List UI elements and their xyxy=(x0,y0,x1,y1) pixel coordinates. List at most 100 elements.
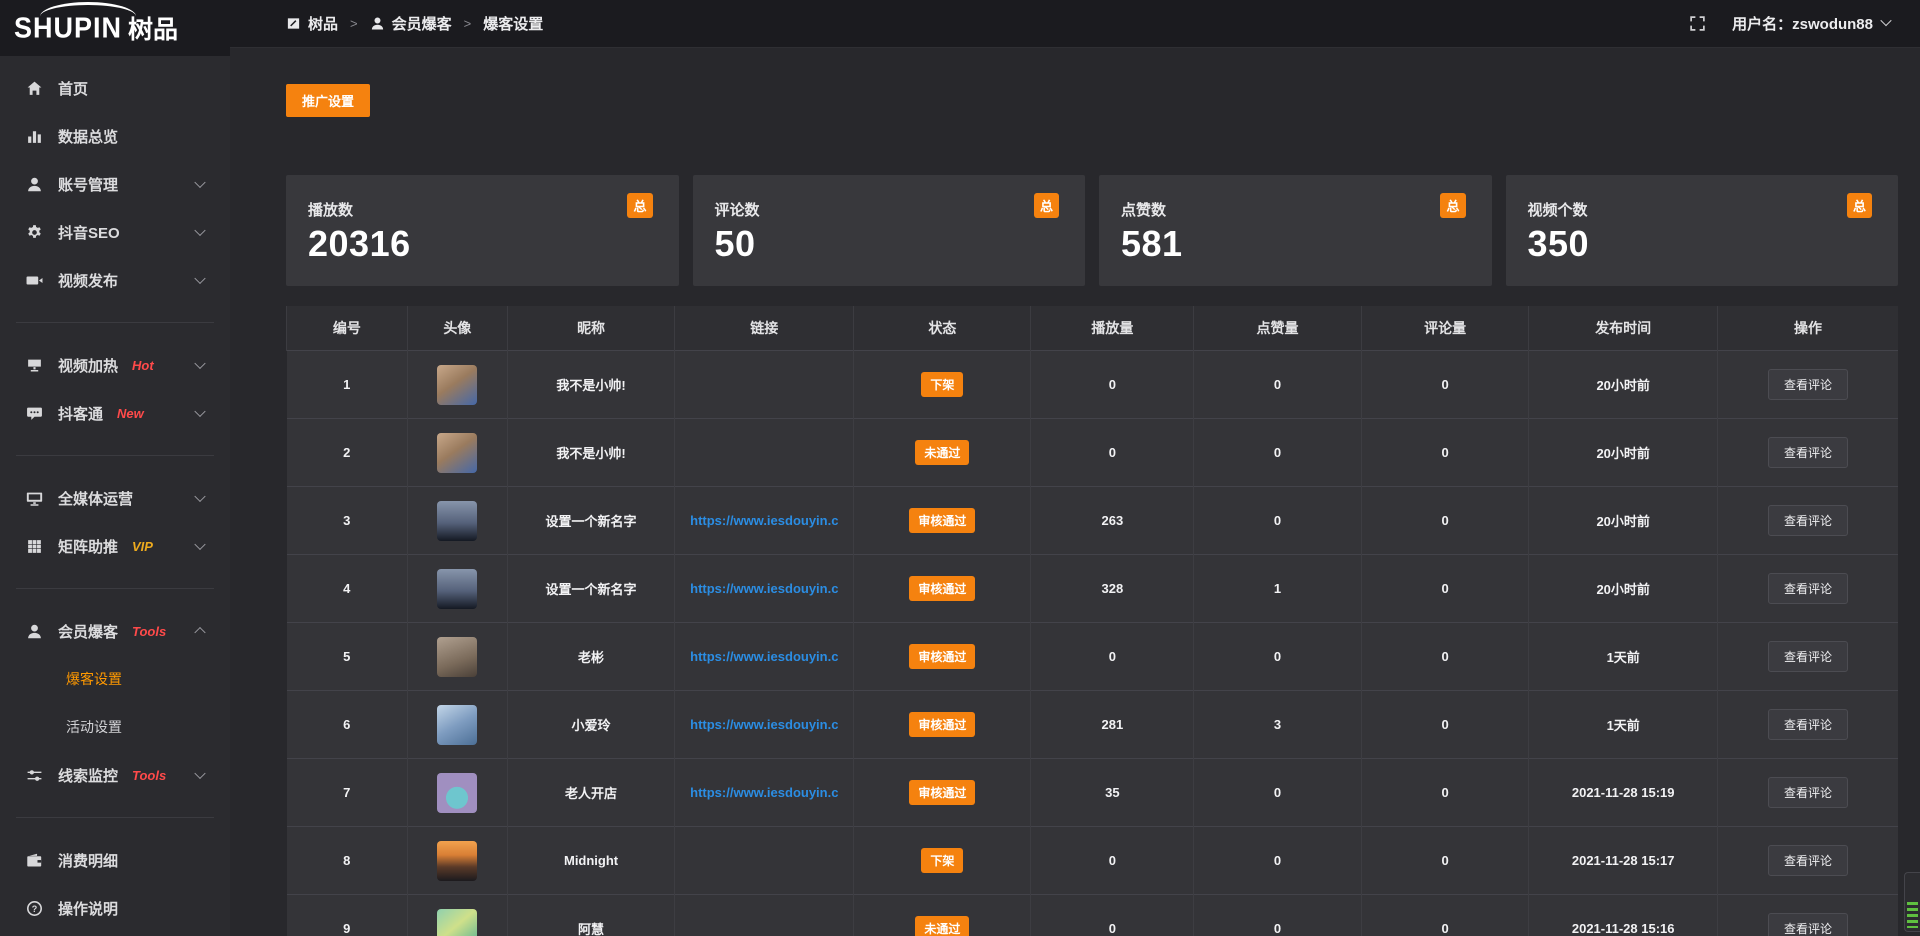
sidebar-item[interactable]: 抖客通 New xyxy=(0,389,230,437)
total-badge: 总 xyxy=(1034,193,1059,218)
chevron-icon xyxy=(194,539,205,550)
user-icon xyxy=(26,176,43,193)
breadcrumb-item[interactable]: 爆客设置 xyxy=(483,13,543,34)
breadcrumb-item[interactable]: 树品 xyxy=(286,13,370,34)
cell-plays: 0 xyxy=(1031,827,1194,895)
sidebar-item[interactable]: 活动设置 xyxy=(0,703,230,751)
chevron-icon xyxy=(194,627,205,638)
sidebar-menu: 首页 数据总览 账号管理 xyxy=(0,56,230,932)
table-header-cell: 播放量 xyxy=(1031,306,1194,351)
table-row: 3 设置一个新名字 https://www.iesdouyin.c 审核通过 2… xyxy=(287,487,1899,555)
avatar xyxy=(437,501,477,541)
cell-id: 6 xyxy=(287,691,408,759)
cell-plays: 0 xyxy=(1031,895,1194,936)
gear-icon xyxy=(26,224,43,241)
cell-comments: 0 xyxy=(1361,623,1529,691)
stat-label: 评论数 xyxy=(715,199,1062,220)
sidebar-item-label: 抖音SEO xyxy=(58,222,120,243)
cell-comments: 0 xyxy=(1361,691,1529,759)
video-link[interactable]: https://www.iesdouyin.c xyxy=(690,513,838,528)
sidebar-item[interactable]: 线索监控 Tools xyxy=(0,751,230,799)
cell-nickname: 我不是小帅! xyxy=(507,419,675,487)
view-comments-button[interactable]: 查看评论 xyxy=(1768,641,1848,672)
sidebar-item[interactable]: 会员爆客 Tools xyxy=(0,607,230,655)
sidebar-item-label: 数据总览 xyxy=(58,126,118,147)
sidebar: SHUPIN 树品 首页 数据总览 xyxy=(0,0,230,936)
view-comments-button[interactable]: 查看评论 xyxy=(1768,845,1848,876)
sidebar-item-label: 视频加热 xyxy=(58,355,118,376)
table-header-cell: 链接 xyxy=(675,306,854,351)
video-link[interactable]: https://www.iesdouyin.c xyxy=(690,717,838,732)
stat-value: 20316 xyxy=(308,223,655,265)
floating-widget-bars xyxy=(1907,902,1918,928)
stats-row: 播放数 20316 总 评论数 50 总 点赞数 581 总 视频个数 xyxy=(286,175,1898,286)
table-header-row: 编号 头像 昵称 链接 状态 播放量 点赞量 xyxy=(287,306,1899,351)
app-icon xyxy=(286,16,301,31)
cell-nickname: 小爱玲 xyxy=(507,691,675,759)
sidebar-item-label: 首页 xyxy=(58,78,88,99)
promo-settings-button[interactable]: 推广设置 xyxy=(286,84,370,117)
view-comments-button[interactable]: 查看评论 xyxy=(1768,573,1848,604)
sidebar-item[interactable]: 视频加热 Hot xyxy=(0,341,230,389)
video-icon xyxy=(26,272,43,289)
sidebar-item[interactable]: 首页 xyxy=(0,64,230,112)
sidebar-item[interactable]: 消费明细 xyxy=(0,836,230,884)
sidebar-item-label: 线索监控 xyxy=(58,765,118,786)
cell-comments: 0 xyxy=(1361,487,1529,555)
chevron-icon xyxy=(194,177,205,188)
view-comments-button[interactable]: 查看评论 xyxy=(1768,369,1848,400)
sidebar-item[interactable]: 爆客设置 xyxy=(0,655,230,703)
cell-comments: 0 xyxy=(1361,419,1529,487)
cell-time: 2021-11-28 15:17 xyxy=(1529,827,1718,895)
user-dropdown[interactable]: 用户名：zswodun88 xyxy=(1732,13,1890,34)
table-row: 4 设置一个新名字 https://www.iesdouyin.c 审核通过 3… xyxy=(287,555,1899,623)
status-badge: 审核通过 xyxy=(909,780,975,805)
video-link[interactable]: https://www.iesdouyin.c xyxy=(690,649,838,664)
sidebar-item[interactable]: 视频发布 xyxy=(0,256,230,304)
app-logo: SHUPIN 树品 xyxy=(0,0,230,56)
view-comments-button[interactable]: 查看评论 xyxy=(1768,913,1848,936)
sidebar-item[interactable]: ? 操作说明 xyxy=(0,884,230,932)
status-badge: 下架 xyxy=(921,848,963,873)
stat-card: 视频个数 350 总 xyxy=(1506,175,1899,286)
breadcrumb-label: 爆客设置 xyxy=(483,13,543,34)
chevron-icon xyxy=(194,225,205,236)
cell-id: 4 xyxy=(287,555,408,623)
view-comments-button[interactable]: 查看评论 xyxy=(1768,505,1848,536)
svg-text:?: ? xyxy=(32,903,38,913)
view-comments-button[interactable]: 查看评论 xyxy=(1768,437,1848,468)
sidebar-item[interactable]: 全媒体运营 xyxy=(0,474,230,522)
cell-comments: 0 xyxy=(1361,555,1529,623)
floating-widget xyxy=(1904,872,1920,932)
cell-comments: 0 xyxy=(1361,759,1529,827)
sidebar-item-label: 矩阵助推 xyxy=(58,536,118,557)
chevron-icon xyxy=(194,768,205,779)
status-badge: 未通过 xyxy=(915,916,969,936)
wallet-icon xyxy=(26,852,43,869)
avatar xyxy=(437,773,477,813)
video-link[interactable]: https://www.iesdouyin.c xyxy=(690,785,838,800)
table-header-cell: 评论量 xyxy=(1361,306,1529,351)
stat-card: 评论数 50 总 xyxy=(693,175,1086,286)
sidebar-item[interactable]: 矩阵助推 VIP xyxy=(0,522,230,570)
stat-value: 350 xyxy=(1528,223,1875,265)
sidebar-item-badge: Tools xyxy=(132,624,166,639)
fullscreen-icon[interactable] xyxy=(1689,15,1706,32)
username-label: 用户名：zswodun88 xyxy=(1732,13,1873,34)
avatar xyxy=(437,433,477,473)
breadcrumb-item[interactable]: 会员爆客 xyxy=(370,13,484,34)
view-comments-button[interactable]: 查看评论 xyxy=(1768,709,1848,740)
status-badge: 审核通过 xyxy=(909,712,975,737)
cell-nickname: 老彬 xyxy=(507,623,675,691)
table-header-cell: 发布时间 xyxy=(1529,306,1718,351)
sidebar-item[interactable]: 账号管理 xyxy=(0,160,230,208)
status-badge: 下架 xyxy=(921,372,963,397)
main-content: 推广设置 播放数 20316 总 评论数 50 总 点赞数 581 xyxy=(230,48,1920,936)
stat-label: 点赞数 xyxy=(1121,199,1468,220)
sidebar-item[interactable]: 数据总览 xyxy=(0,112,230,160)
sidebar-item[interactable]: 抖音SEO xyxy=(0,208,230,256)
avatar xyxy=(437,841,477,881)
video-link[interactable]: https://www.iesdouyin.c xyxy=(690,581,838,596)
chevron-icon xyxy=(194,406,205,417)
view-comments-button[interactable]: 查看评论 xyxy=(1768,777,1848,808)
